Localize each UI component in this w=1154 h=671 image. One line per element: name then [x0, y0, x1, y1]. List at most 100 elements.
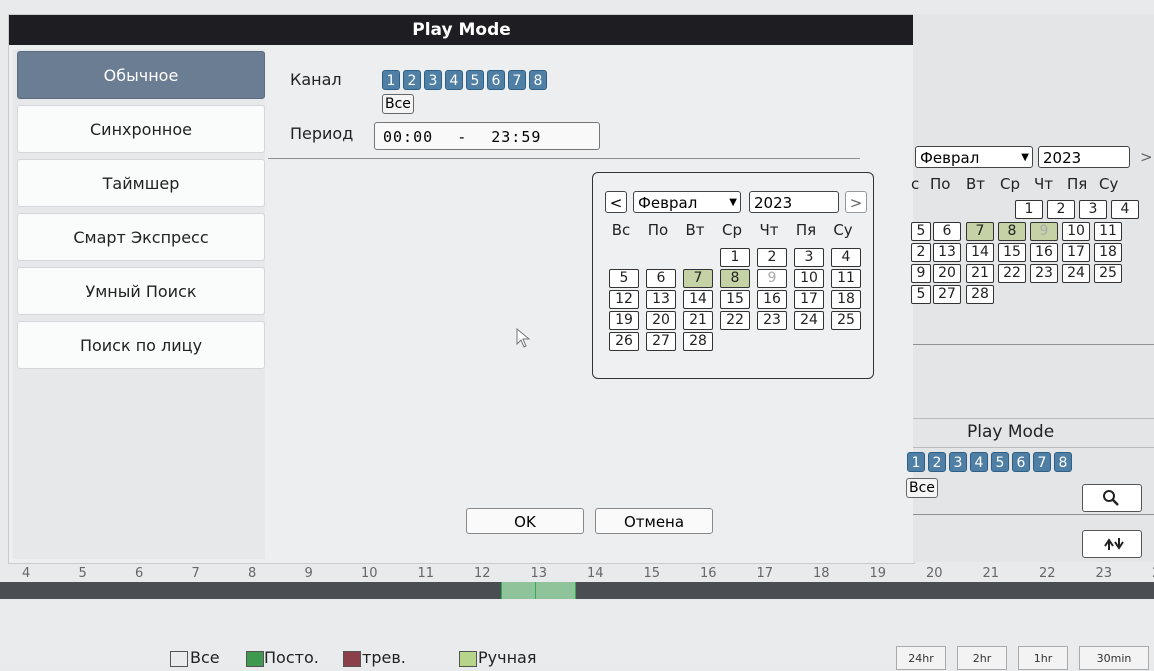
- timeline-record-segment[interactable]: [500, 582, 577, 599]
- cancel-button[interactable]: Отмена: [595, 508, 713, 534]
- channel-5-button[interactable]: 5: [466, 70, 484, 90]
- calendar-day[interactable]: 13: [646, 290, 676, 309]
- calendar-day[interactable]: 9: [757, 269, 787, 288]
- bg-month-select[interactable]: Феврал ▼: [915, 146, 1033, 168]
- bg-channel-4[interactable]: 4: [970, 452, 988, 472]
- bg-calendar-day[interactable]: 18: [1094, 243, 1122, 262]
- year-input[interactable]: 2023: [749, 191, 839, 213]
- next-month-button[interactable]: >: [845, 191, 867, 213]
- bg-calendar-day[interactable]: 5: [911, 222, 931, 241]
- calendar-day[interactable]: 12: [609, 290, 639, 309]
- checkbox-continuous[interactable]: [246, 651, 264, 667]
- calendar-day[interactable]: 22: [720, 311, 750, 330]
- bg-year-input[interactable]: 2023: [1038, 146, 1130, 168]
- calendar-day[interactable]: 6: [646, 269, 676, 288]
- mode-timeshare[interactable]: Таймшер: [17, 159, 265, 207]
- search-button[interactable]: [1082, 484, 1142, 512]
- calendar-day[interactable]: 14: [683, 290, 713, 309]
- calendar-day[interactable]: 3: [794, 248, 824, 267]
- bg-channel-7[interactable]: 7: [1033, 452, 1051, 472]
- calendar-day[interactable]: 5: [609, 269, 639, 288]
- bg-calendar-day[interactable]: 13: [933, 243, 961, 262]
- bg-channel-8[interactable]: 8: [1054, 452, 1072, 472]
- ok-button[interactable]: OK: [466, 508, 584, 534]
- calendar-day[interactable]: 16: [757, 290, 787, 309]
- prev-month-button[interactable]: <: [605, 191, 627, 213]
- checkbox-all[interactable]: [170, 651, 188, 667]
- channel-1-button[interactable]: 1: [382, 70, 400, 90]
- calendar-day[interactable]: 25: [831, 311, 861, 330]
- mode-smart-search[interactable]: Умный Поиск: [17, 267, 265, 315]
- bg-calendar-day[interactable]: 1: [1015, 200, 1043, 219]
- channel-3-button[interactable]: 3: [424, 70, 442, 90]
- bg-calendar-day[interactable]: 28: [966, 285, 994, 304]
- bg-calendar-day[interactable]: 9: [1030, 222, 1058, 241]
- bg-channel-2[interactable]: 2: [928, 452, 946, 472]
- bg-calendar-day[interactable]: 20: [933, 264, 961, 283]
- bg-calendar-day[interactable]: 3: [1079, 200, 1107, 219]
- bg-calendar-day[interactable]: 15: [998, 243, 1026, 262]
- calendar-day[interactable]: 11: [831, 269, 861, 288]
- bg-calendar-day[interactable]: 2: [1047, 200, 1075, 219]
- calendar-day[interactable]: 15: [720, 290, 750, 309]
- bg-calendar-day[interactable]: 9: [911, 264, 931, 283]
- calendar-day[interactable]: 26: [609, 332, 639, 351]
- calendar-day[interactable]: 20: [646, 311, 676, 330]
- bg-all-button[interactable]: Все: [906, 478, 938, 498]
- bg-next-month[interactable]: >: [1140, 148, 1153, 166]
- calendar-day[interactable]: 24: [794, 311, 824, 330]
- bg-channel-3[interactable]: 3: [949, 452, 967, 472]
- calendar-day[interactable]: 21: [683, 311, 713, 330]
- channel-8-button[interactable]: 8: [529, 70, 547, 90]
- channel-4-button[interactable]: 4: [445, 70, 463, 90]
- zoom-2hr-button[interactable]: 2hr: [957, 646, 1007, 670]
- zoom-24hr-button[interactable]: 24hr: [896, 646, 946, 670]
- bg-calendar-day[interactable]: 22: [998, 264, 1026, 283]
- bg-calendar-day[interactable]: 16: [1030, 243, 1058, 262]
- bg-calendar-day[interactable]: 24: [1062, 264, 1090, 283]
- month-select[interactable]: Феврал ▼: [633, 191, 741, 213]
- calendar-day[interactable]: 2: [757, 248, 787, 267]
- channel-7-button[interactable]: 7: [508, 70, 526, 90]
- zoom-30min-button[interactable]: 30min: [1079, 646, 1149, 670]
- calendar-day[interactable]: 17: [794, 290, 824, 309]
- bg-channel-1[interactable]: 1: [907, 452, 925, 472]
- swap-button[interactable]: [1082, 530, 1142, 558]
- checkbox-manual[interactable]: [459, 651, 477, 667]
- bg-calendar-day[interactable]: 23: [1030, 264, 1058, 283]
- mode-normal[interactable]: Обычное: [17, 51, 265, 99]
- bg-calendar-day[interactable]: 2: [911, 243, 931, 262]
- bg-calendar-day[interactable]: 14: [966, 243, 994, 262]
- all-channels-button[interactable]: Все: [382, 94, 414, 114]
- bg-calendar-day[interactable]: 5: [911, 285, 931, 304]
- timeline-track[interactable]: [0, 582, 1154, 599]
- calendar-day[interactable]: 28: [683, 332, 713, 351]
- bg-calendar-day[interactable]: 27: [933, 285, 961, 304]
- calendar-day[interactable]: 7: [683, 269, 713, 288]
- bg-calendar-day[interactable]: 25: [1094, 264, 1122, 283]
- calendar-day[interactable]: 23: [757, 311, 787, 330]
- bg-calendar-day[interactable]: 21: [966, 264, 994, 283]
- bg-calendar-day[interactable]: 11: [1094, 222, 1122, 241]
- calendar-day[interactable]: 8: [720, 269, 750, 288]
- bg-calendar-day[interactable]: 4: [1111, 200, 1139, 219]
- mode-sync[interactable]: Синхронное: [17, 105, 265, 153]
- calendar-day[interactable]: 18: [831, 290, 861, 309]
- calendar-day[interactable]: 4: [831, 248, 861, 267]
- calendar-day[interactable]: 10: [794, 269, 824, 288]
- bg-channel-5[interactable]: 5: [991, 452, 1009, 472]
- bg-calendar-day[interactable]: 10: [1062, 222, 1090, 241]
- bg-calendar-day[interactable]: 7: [966, 222, 994, 241]
- bg-channel-6[interactable]: 6: [1012, 452, 1030, 472]
- zoom-1hr-button[interactable]: 1hr: [1018, 646, 1068, 670]
- calendar-day[interactable]: 27: [646, 332, 676, 351]
- period-input[interactable]: 00:00 - 23:59: [374, 122, 600, 150]
- channel-6-button[interactable]: 6: [487, 70, 505, 90]
- mode-smart-express[interactable]: Смарт Экспресс: [17, 213, 265, 261]
- bg-calendar-day[interactable]: 17: [1062, 243, 1090, 262]
- calendar-day[interactable]: 19: [609, 311, 639, 330]
- bg-calendar-day[interactable]: 8: [998, 222, 1026, 241]
- checkbox-alarm[interactable]: [343, 651, 361, 667]
- calendar-day[interactable]: 1: [720, 248, 750, 267]
- channel-2-button[interactable]: 2: [403, 70, 421, 90]
